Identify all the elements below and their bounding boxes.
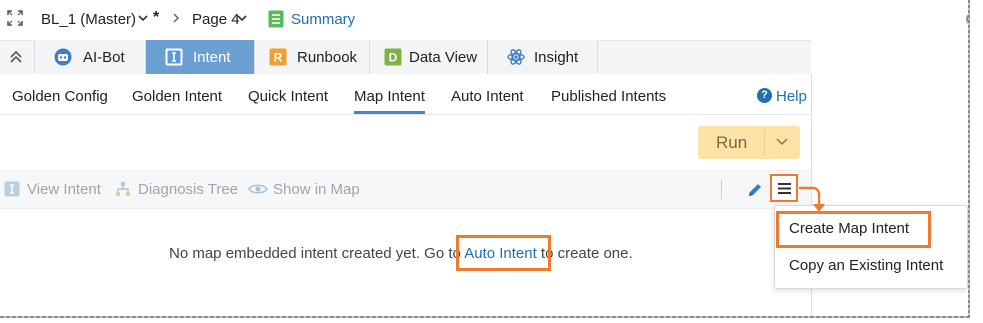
collapse-button[interactable] [0,40,34,74]
summary-link[interactable]: Summary [291,11,355,28]
page-label[interactable]: Page 4 [192,11,240,28]
menu-item-copy-existing-intent[interactable]: Copy an Existing Intent [789,257,943,274]
tab-quick-intent[interactable]: Quick Intent [248,88,328,105]
module-tabs: AI-Bot Intent R Runbook D Data View Insi… [0,40,968,75]
unsaved-marker: * [153,9,160,26]
empty-state-message: No map embedded intent created yet. Go t… [169,245,633,262]
help-icon: ? [757,88,772,103]
chevron-down-icon[interactable] [236,12,248,24]
tab-runbook[interactable]: R Runbook [254,40,369,74]
chevron-down-icon[interactable] [137,12,149,24]
dataview-icon: D [384,48,402,66]
tab-data-view[interactable]: D Data View [369,40,487,74]
more-menu-button[interactable] [770,174,798,202]
chevron-right-icon [173,13,180,23]
action-bar: View Intent Diagnosis Tree Show in Map [0,170,811,209]
top-toolbar: BL_1 (Master) * Page 4 Summary [0,0,968,40]
tab-intent[interactable]: Intent [145,40,254,74]
run-button[interactable]: Run [698,126,800,159]
pencil-icon[interactable] [746,181,764,199]
tab-label: Intent [193,49,231,66]
app-window: BL_1 (Master) * Page 4 Summary AI-Bot In… [0,0,968,316]
svg-text:R: R [274,51,283,65]
document-title[interactable]: BL_1 (Master) [41,11,136,28]
runbook-icon: R [269,48,287,66]
highlight-box [776,211,931,248]
show-in-map-button[interactable]: Show in Map [273,181,360,198]
help-label: Help [776,88,807,105]
tab-published-intents[interactable]: Published Intents [551,88,666,105]
tab-label: Insight [534,49,579,66]
expand-icon[interactable] [7,10,23,26]
sub-tabs: Golden Config Golden Intent Quick Intent… [0,74,811,115]
callout-arrow-icon [799,186,825,212]
run-label: Run [716,133,748,152]
tab-label: Runbook [297,49,358,66]
torn-edge [968,0,983,323]
tab-golden-intent[interactable]: Golden Intent [132,88,222,105]
summary-icon[interactable] [268,10,284,28]
tab-ai-bot[interactable]: AI-Bot [34,40,145,74]
double-chevron-up-icon [10,50,22,63]
diagnosis-tree-button[interactable]: Diagnosis Tree [138,181,238,198]
tab-map-intent[interactable]: Map Intent [354,88,425,114]
tab-label: AI-Bot [83,49,125,66]
torn-edge [0,316,970,323]
chevron-down-icon[interactable] [776,138,788,146]
tab-label: Data View [409,49,478,66]
view-intent-button[interactable]: View Intent [27,181,101,198]
atom-icon [507,49,525,65]
tab-insight[interactable]: Insight [487,40,598,74]
diagnosis-tree-icon [116,182,130,196]
view-intent-icon [4,181,20,197]
hamburger-icon [778,183,791,194]
intent-panel: Golden Config Golden Intent Quick Intent… [0,74,812,316]
svg-text:D: D [389,51,398,65]
tab-golden-config[interactable]: Golden Config [12,88,108,105]
tab-auto-intent[interactable]: Auto Intent [451,88,524,105]
highlight-box [456,235,551,271]
intent-icon [165,48,183,66]
eye-icon [248,184,268,194]
robot-icon [54,48,72,66]
